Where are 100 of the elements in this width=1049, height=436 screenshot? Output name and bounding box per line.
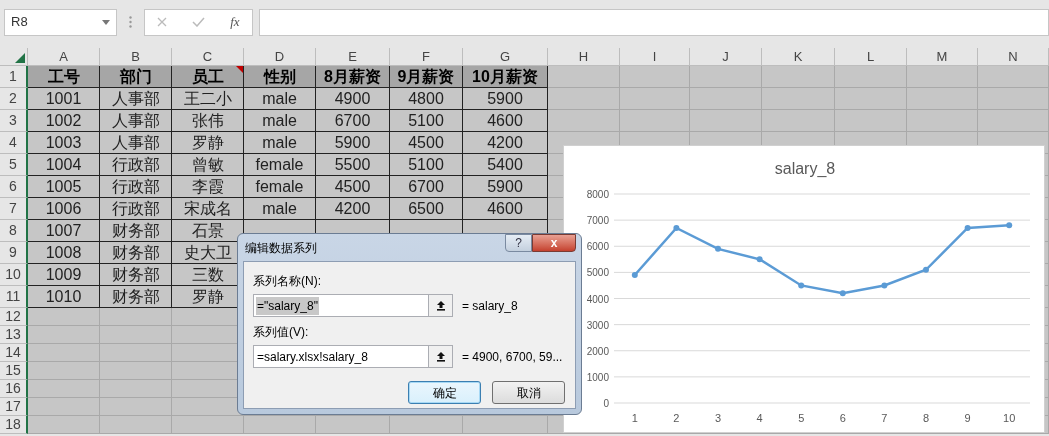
- table-cell-text: 宋成名: [183, 198, 232, 219]
- input-field[interactable]: =salary.xlsx!salary_8: [253, 345, 453, 368]
- data-point: [631, 272, 638, 278]
- select-all-icon[interactable]: [15, 53, 25, 63]
- row-header[interactable]: 15: [0, 362, 28, 380]
- x-tick-label: 5: [798, 412, 805, 424]
- row-header[interactable]: 4: [0, 132, 28, 154]
- table-cell-text: 财务部: [111, 286, 160, 307]
- preview-text: = 4900, 6700, 59...: [462, 348, 563, 366]
- table-cell-text: 6700: [408, 176, 444, 197]
- table-cell-text: female: [255, 176, 304, 197]
- dialog-button[interactable]: 取消: [492, 381, 565, 404]
- empty-cell: [690, 66, 762, 88]
- table-cell-text: 5100: [408, 110, 444, 131]
- insert-function-button[interactable]: fx: [230, 12, 240, 32]
- column-header[interactable]: M: [907, 48, 978, 66]
- row-header[interactable]: 5: [0, 154, 28, 176]
- row-header[interactable]: 1: [0, 66, 28, 88]
- x-tick-label: 6: [839, 412, 846, 424]
- header-cell-text: 工号: [47, 66, 80, 87]
- check-icon[interactable]: [192, 17, 206, 27]
- column-header[interactable]: C: [172, 48, 244, 66]
- row-header[interactable]: 12: [0, 308, 28, 326]
- header-cell-text: 性别: [263, 66, 296, 87]
- y-tick-label: 0: [603, 398, 609, 409]
- upload-arrow-icon: [435, 300, 446, 311]
- collapse-dialog-button[interactable]: [428, 346, 452, 367]
- row-header[interactable]: 18: [0, 416, 28, 434]
- y-tick-label: 5000: [586, 267, 609, 279]
- y-tick-label: 6000: [586, 241, 609, 253]
- row-header[interactable]: 9: [0, 242, 28, 264]
- table-cell-text: 1007: [45, 220, 82, 241]
- table-cell-text: 曾敏: [191, 154, 224, 175]
- row-header[interactable]: 3: [0, 110, 28, 132]
- table-cell-text: 4200: [334, 198, 371, 219]
- row-header[interactable]: 14: [0, 344, 28, 362]
- chart-title: salary_8: [774, 160, 836, 177]
- table-cell-text: 行政部: [111, 176, 160, 197]
- column-header[interactable]: A: [28, 48, 100, 66]
- empty-cell: [100, 416, 172, 434]
- column-header[interactable]: F: [390, 48, 463, 66]
- row-header[interactable]: 10: [0, 264, 28, 286]
- column-header[interactable]: E: [316, 48, 390, 66]
- empty-cell: [620, 88, 690, 110]
- table-cell-text: male: [262, 110, 297, 131]
- data-point: [881, 282, 888, 289]
- table-cell-text: 财务部: [111, 220, 160, 241]
- table-cell-text: 4800: [408, 88, 444, 109]
- x-tick-label: 4: [756, 412, 763, 424]
- row-header[interactable]: 8: [0, 220, 28, 242]
- input-field[interactable]: ="salary_8": [253, 294, 453, 317]
- table-cell-text: 1008: [45, 242, 82, 263]
- table-cell-text: 罗静: [191, 286, 224, 307]
- table-cell-text: 4500: [408, 132, 444, 153]
- column-header[interactable]: N: [978, 48, 1049, 66]
- table-cell-text: 三数: [191, 264, 224, 285]
- x-tick-label: 7: [881, 412, 888, 424]
- line-chart[interactable]: salary_8 0 1000 2000 3000 4000 5000 6000 7000 8000 1 2 3 4 5 6 7 8 9 10: [563, 145, 1045, 433]
- column-header[interactable]: J: [690, 48, 762, 66]
- table-cell-text: 1001: [45, 88, 82, 109]
- table-cell-text: 行政部: [111, 154, 160, 175]
- table-cell-text: 4200: [487, 132, 523, 153]
- preview-text: = salary_8: [462, 297, 518, 315]
- column-header[interactable]: L: [835, 48, 907, 66]
- table-cell-text: 5400: [487, 154, 523, 175]
- empty-cell: [907, 88, 978, 110]
- row-header[interactable]: 11: [0, 286, 28, 308]
- row-header[interactable]: 16: [0, 380, 28, 398]
- column-header[interactable]: G: [463, 48, 548, 66]
- row-header[interactable]: 6: [0, 176, 28, 198]
- formula-input-field[interactable]: [259, 8, 1049, 36]
- table-cell-text: 5900: [487, 88, 523, 109]
- data-point: [964, 224, 971, 231]
- table-cell-text: 1006: [45, 198, 82, 219]
- column-header[interactable]: B: [100, 48, 172, 66]
- row-header[interactable]: 2: [0, 88, 28, 110]
- y-tick-label: 1000: [586, 371, 609, 383]
- empty-cell: [620, 66, 690, 88]
- table-cell-text: 1003: [45, 132, 82, 153]
- row-header[interactable]: 13: [0, 326, 28, 344]
- table-cell-text: male: [262, 132, 297, 153]
- column-header[interactable]: H: [548, 48, 620, 66]
- x-tick-label: 8: [922, 412, 930, 424]
- help-button[interactable]: ?: [505, 234, 532, 252]
- empty-cell: [690, 88, 762, 110]
- drag-handle-icon[interactable]: [129, 16, 132, 28]
- collapse-dialog-button[interactable]: [428, 295, 452, 316]
- dialog-title: 编辑数据系列: [244, 239, 317, 257]
- dialog-button[interactable]: 确定: [408, 381, 481, 404]
- header-cell-text: 部门: [119, 66, 152, 87]
- column-header[interactable]: K: [762, 48, 835, 66]
- row-header[interactable]: 7: [0, 198, 28, 220]
- cancel-icon[interactable]: [157, 17, 168, 27]
- column-header[interactable]: D: [244, 48, 316, 66]
- name-box[interactable]: R8: [4, 8, 117, 36]
- column-header[interactable]: I: [620, 48, 690, 66]
- header-cell-text: 员工: [191, 66, 224, 87]
- row-header[interactable]: 17: [0, 398, 28, 416]
- table-cell-text: male: [262, 198, 297, 219]
- data-point: [1006, 222, 1013, 229]
